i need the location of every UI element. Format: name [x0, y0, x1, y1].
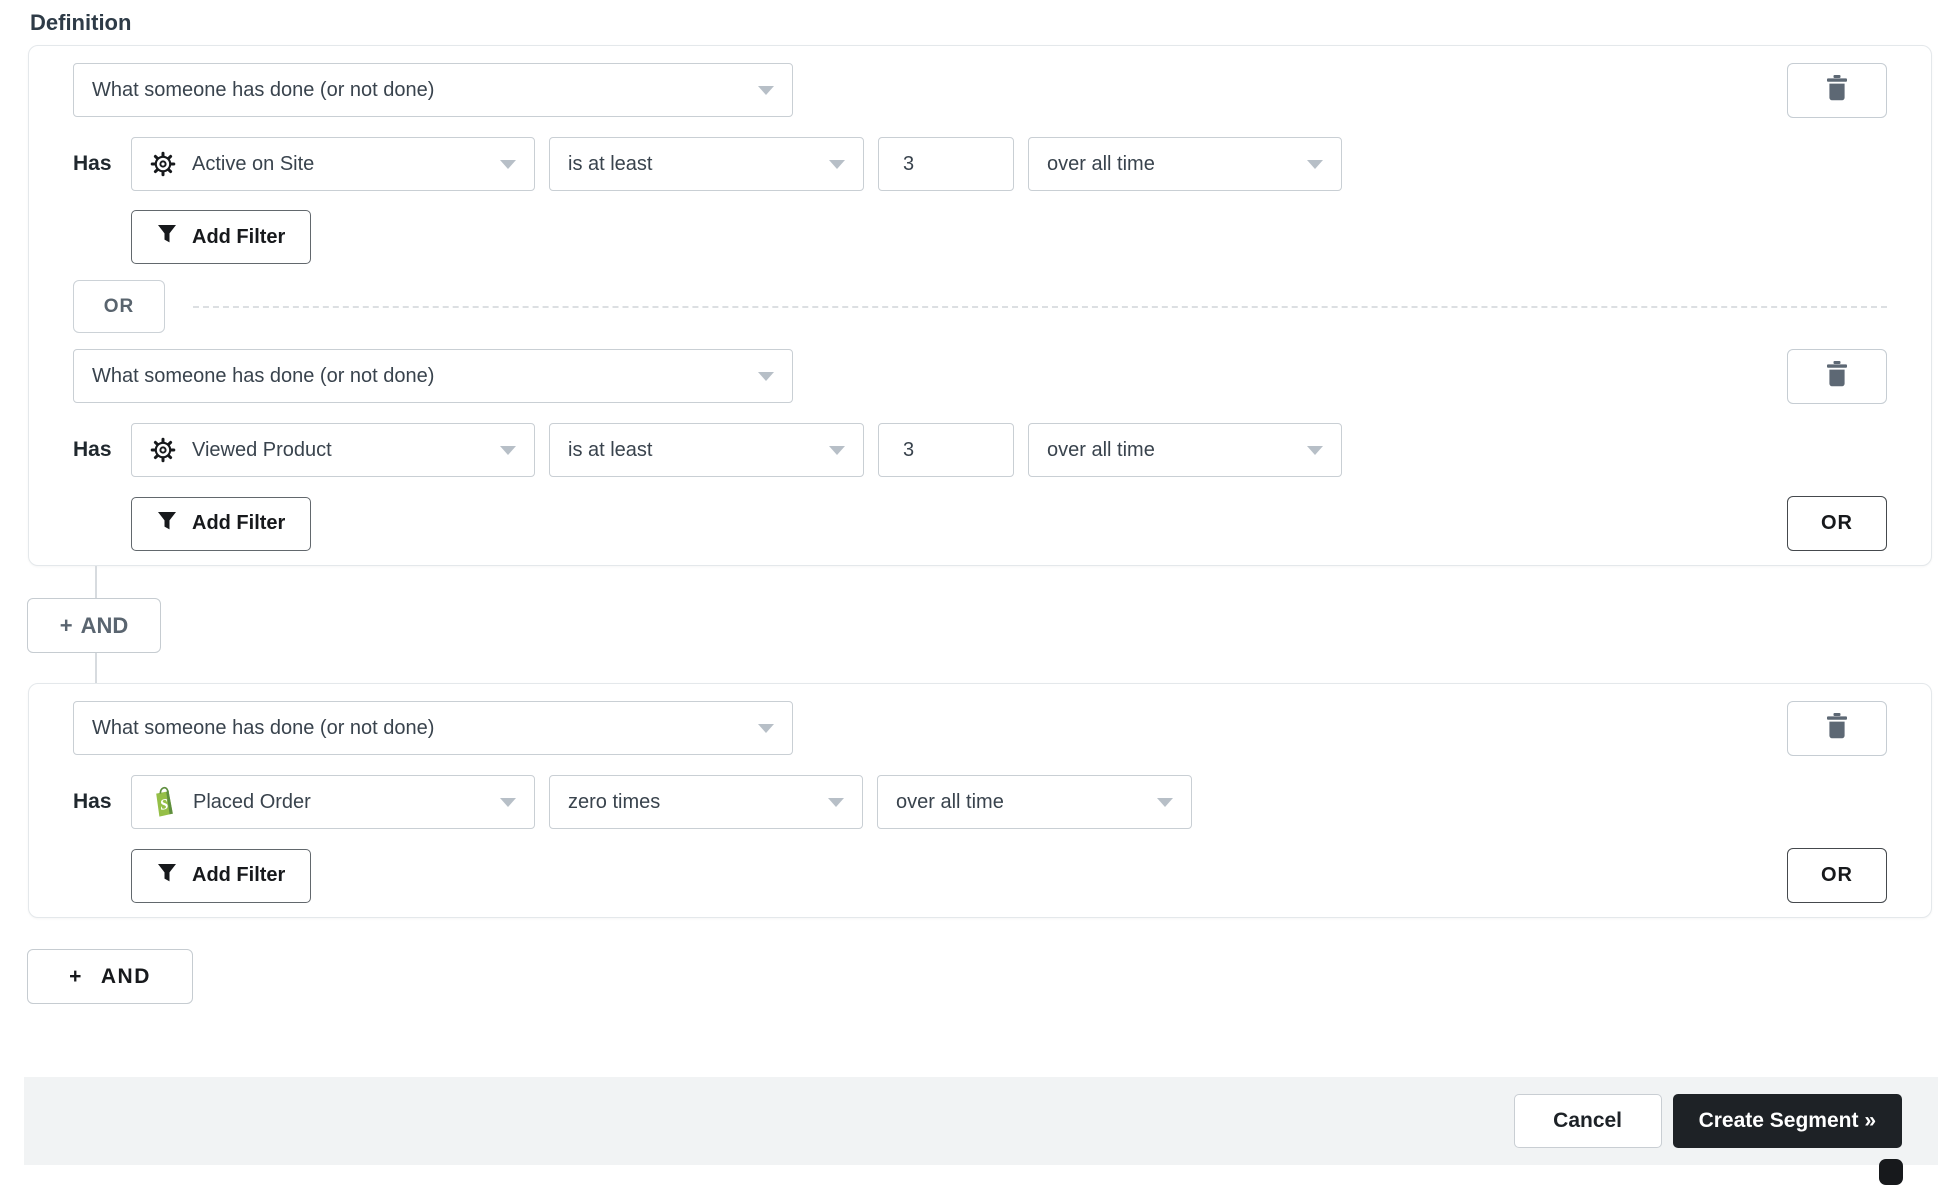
chat-widget-partial[interactable] — [1879, 1159, 1903, 1185]
chevron-down-icon — [758, 723, 774, 733]
add-and-group-button[interactable]: + AND — [27, 949, 193, 1004]
event-value: Active on Site — [192, 152, 315, 175]
event-value: Placed Order — [193, 790, 311, 813]
quantity-input[interactable] — [878, 137, 1014, 191]
condition-block: What someone has done (or not done) Has — [73, 63, 1887, 264]
funnel-icon — [157, 224, 177, 250]
and-button-label: AND — [80, 612, 129, 638]
operator-dropdown[interactable]: is at least — [549, 137, 864, 191]
delete-condition-button[interactable] — [1787, 63, 1887, 118]
page-title: Definition — [30, 10, 132, 35]
delete-condition-button[interactable] — [1787, 701, 1887, 756]
funnel-icon — [157, 863, 177, 889]
event-dropdown[interactable]: S Placed Order — [131, 775, 535, 829]
trash-icon — [1826, 75, 1848, 106]
chevron-down-icon — [1157, 797, 1173, 807]
add-filter-button[interactable]: Add Filter — [131, 496, 312, 551]
chevron-down-icon — [758, 371, 774, 381]
add-filter-label: Add Filter — [192, 512, 286, 534]
add-filter-button[interactable]: Add Filter — [131, 210, 312, 264]
add-or-condition-button[interactable]: OR — [1787, 848, 1887, 903]
has-label: Has — [73, 790, 112, 813]
chevron-down-icon — [828, 797, 844, 807]
timeframe-value: over all time — [896, 790, 1004, 813]
condition-type-value: What someone has done (or not done) — [92, 716, 435, 739]
chevron-down-icon — [829, 445, 845, 455]
footer-action-bar: Cancel Create Segment » — [24, 1077, 1938, 1165]
condition-type-dropdown[interactable]: What someone has done (or not done) — [73, 63, 793, 117]
or-dashed-line — [193, 305, 1887, 308]
chevron-down-icon — [1307, 159, 1323, 169]
create-segment-button[interactable]: Create Segment » — [1672, 1094, 1902, 1148]
condition-group-card: What someone has done (or not done) Has … — [28, 683, 1932, 918]
timeframe-value: over all time — [1047, 438, 1155, 461]
and-connector-line — [95, 566, 97, 598]
funnel-icon — [157, 511, 177, 537]
plus-icon: + — [69, 964, 83, 988]
chevron-down-icon — [500, 445, 516, 455]
condition-type-value: What someone has done (or not done) — [92, 364, 435, 387]
event-dropdown[interactable]: Active on Site — [131, 137, 535, 191]
and-connector-line — [95, 653, 97, 683]
event-value: Viewed Product — [192, 438, 332, 461]
condition-block: What someone has done (or not done) Has — [73, 349, 1887, 551]
chevron-down-icon — [500, 797, 516, 807]
event-dropdown[interactable]: Viewed Product — [131, 423, 535, 477]
add-filter-button[interactable]: Add Filter — [131, 848, 312, 903]
timeframe-value: over all time — [1047, 152, 1155, 175]
operator-value: is at least — [568, 438, 653, 461]
condition-block: What someone has done (or not done) Has … — [73, 701, 1887, 903]
gear-icon — [150, 151, 176, 177]
timeframe-dropdown[interactable]: over all time — [877, 775, 1192, 829]
or-separator: OR — [73, 280, 1887, 333]
trash-icon — [1826, 713, 1848, 744]
operator-value: zero times — [568, 790, 661, 813]
cancel-button[interactable]: Cancel — [1513, 1094, 1662, 1148]
operator-value: is at least — [568, 152, 653, 175]
or-connector-chip: OR — [73, 280, 165, 333]
gear-icon — [150, 437, 176, 463]
and-button-label: AND — [100, 964, 151, 988]
condition-type-dropdown[interactable]: What someone has done (or not done) — [73, 349, 793, 403]
quantity-input[interactable] — [878, 423, 1014, 477]
chevron-down-icon — [500, 159, 516, 169]
plus-icon: + — [59, 612, 73, 638]
add-and-group-button[interactable]: + AND — [27, 598, 161, 653]
add-or-condition-button[interactable]: OR — [1787, 496, 1887, 551]
has-label: Has — [73, 438, 112, 461]
delete-condition-button[interactable] — [1787, 349, 1887, 404]
chevron-down-icon — [829, 159, 845, 169]
timeframe-dropdown[interactable]: over all time — [1028, 137, 1342, 191]
shopify-bag-icon: S — [150, 784, 177, 820]
trash-icon — [1826, 361, 1848, 392]
condition-type-dropdown[interactable]: What someone has done (or not done) — [73, 701, 793, 755]
has-label: Has — [73, 152, 112, 175]
add-filter-label: Add Filter — [192, 225, 286, 248]
chevron-down-icon — [758, 85, 774, 95]
operator-dropdown[interactable]: zero times — [549, 775, 863, 829]
condition-group-card: What someone has done (or not done) Has — [28, 45, 1932, 566]
timeframe-dropdown[interactable]: over all time — [1028, 423, 1342, 477]
add-filter-label: Add Filter — [192, 864, 286, 886]
condition-type-value: What someone has done (or not done) — [92, 78, 435, 101]
chevron-down-icon — [1307, 445, 1323, 455]
operator-dropdown[interactable]: is at least — [549, 423, 864, 477]
